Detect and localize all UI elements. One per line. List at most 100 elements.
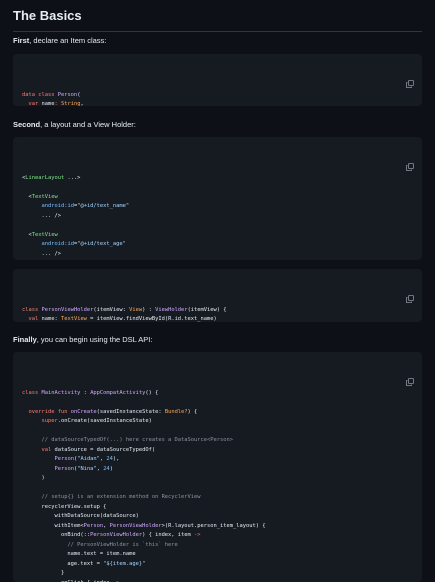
- code-token: android:id: [41, 203, 73, 209]
- code-token: [22, 447, 41, 453]
- code-line: Person("Nina", 24): [22, 465, 413, 475]
- step-finally-text: Finally, you can begin using the DSL API…: [13, 335, 152, 345]
- code-line: [22, 183, 413, 193]
- code-token: dataSource = dataSourceTypedOf(: [54, 447, 155, 453]
- code-token: // setup{} is an extension method on Rec…: [41, 494, 200, 500]
- code-token: [22, 466, 54, 472]
- code-token: name: [41, 101, 54, 106]
- code-token: ) { index, item: [142, 532, 194, 538]
- code-line: name.text = item.name: [22, 550, 413, 560]
- code-token: ->: [194, 532, 201, 538]
- readme-page: The Basics First, declare an Item class:…: [13, 0, 422, 32]
- code-token: [22, 456, 54, 462]
- code-token: ...>: [64, 175, 80, 181]
- code-token: withDataSource(dataSource): [22, 513, 139, 519]
- code-line: recyclerView.setup {: [22, 503, 413, 513]
- code-token: name.text = item.name: [22, 551, 136, 557]
- code-line: android:id="@+id/text_name": [22, 202, 413, 212]
- code-line: [22, 221, 413, 231]
- copy-icon[interactable]: [406, 61, 414, 69]
- code-token: recyclerView.setup {: [22, 504, 106, 510]
- code-line: data class Person(: [22, 91, 413, 101]
- code-token: ) {: [188, 409, 198, 415]
- code-token: View: [129, 307, 142, 313]
- code-token: class: [22, 307, 41, 313]
- code-block-dsl: class MainActivity : AppCompatActivity()…: [13, 352, 422, 582]
- code-token: val: [29, 316, 42, 322]
- step-first-bold: First: [13, 36, 29, 45]
- code-token: Person: [54, 456, 73, 462]
- code-lines: class PersonViewHolder(itemView: View) :…: [22, 306, 413, 323]
- code-token: LinearLayout: [25, 175, 64, 181]
- code-line: ... />: [22, 250, 413, 260]
- code-line: android:id="@+id/text_age": [22, 240, 413, 250]
- code-line: // dataSourceTypedOf(...) here creates a…: [22, 436, 413, 446]
- code-token: (itemView:: [93, 307, 129, 313]
- code-token: }: [22, 570, 64, 576]
- step-finally-rest: , you can begin using the DSL API:: [37, 335, 153, 344]
- code-line: age.text = "${item.age}": [22, 560, 413, 570]
- code-token: ViewHolder: [155, 307, 187, 313]
- copy-icon[interactable]: [406, 276, 414, 284]
- code-line: // setup{} is an extension method on Rec…: [22, 493, 413, 503]
- code-token: ): [22, 475, 45, 481]
- code-token: ... />: [22, 213, 61, 219]
- code-token: () {: [145, 390, 158, 396]
- code-token: "${item.age}": [103, 561, 145, 567]
- code-token: Person: [58, 92, 77, 98]
- step-second-text: Second, a layout and a View Holder:: [13, 120, 136, 130]
- code-token: // PersonViewHolder is `this` here: [67, 542, 177, 548]
- code-line: ... />: [22, 212, 413, 222]
- code-token: <: [22, 232, 32, 238]
- code-token: [22, 494, 41, 500]
- step-first-rest: , declare an Item class:: [29, 36, 106, 45]
- code-token: android:id: [41, 241, 73, 247]
- code-token: ) :: [142, 307, 155, 313]
- code-token: String: [61, 101, 80, 106]
- code-line: var name: String,: [22, 100, 413, 106]
- code-token: name:: [41, 316, 60, 322]
- code-line: <TextView: [22, 193, 413, 203]
- code-token: = itemView.findViewById(R.id.text_name): [87, 316, 217, 322]
- code-line: ): [22, 474, 413, 484]
- code-block-person: data class Person( var name: String, var…: [13, 54, 422, 106]
- code-token: "Nina": [77, 466, 96, 472]
- code-token: MainActivity: [41, 390, 80, 396]
- code-line: [22, 259, 413, 260]
- code-line: val name: TextView = itemView.findViewBy…: [22, 315, 413, 322]
- code-token: class: [22, 390, 41, 396]
- step-finally-bold: Finally: [13, 335, 37, 344]
- code-line: [22, 484, 413, 494]
- code-line: }: [22, 569, 413, 579]
- code-token: withItem<: [22, 523, 84, 529]
- code-token: Bundle?: [165, 409, 188, 415]
- code-token: :: [80, 390, 90, 396]
- code-token: AppCompatActivity: [90, 390, 145, 396]
- code-token: age.text =: [22, 561, 103, 567]
- code-line: super.onCreate(savedInstanceState): [22, 417, 413, 427]
- section-heading: The Basics: [13, 0, 422, 32]
- code-token: (savedInstanceState:: [97, 409, 165, 415]
- code-line: Person("Aidan", 24),: [22, 455, 413, 465]
- code-line: // PersonViewHolder is `this` here: [22, 541, 413, 551]
- code-token: ),: [113, 456, 120, 462]
- code-token: "Aidan": [77, 456, 100, 462]
- code-token: PersonViewHolder: [110, 523, 162, 529]
- code-lines: < LinearLayout ...> <TextView android:id=…: [22, 174, 413, 261]
- copy-icon[interactable]: [406, 359, 414, 367]
- code-token: // dataSourceTypedOf(...) here creates a…: [41, 437, 232, 443]
- code-token: [22, 203, 41, 209]
- code-token: onBind(::: [22, 532, 90, 538]
- code-token: TextView: [61, 316, 87, 322]
- code-token: (: [77, 92, 80, 98]
- code-token: (itemView) {: [188, 307, 227, 313]
- code-line: onBind(::PersonViewHolder) { index, item…: [22, 531, 413, 541]
- step-first-text: First, declare an Item class:: [13, 36, 106, 46]
- code-line: onClick { index ->: [22, 579, 413, 582]
- code-token: PersonViewHolder: [90, 532, 142, 538]
- code-line: [22, 427, 413, 437]
- copy-icon[interactable]: [406, 144, 414, 152]
- code-token: ... />: [22, 251, 61, 257]
- code-line: [22, 398, 413, 408]
- code-lines: class MainActivity : AppCompatActivity()…: [22, 389, 413, 582]
